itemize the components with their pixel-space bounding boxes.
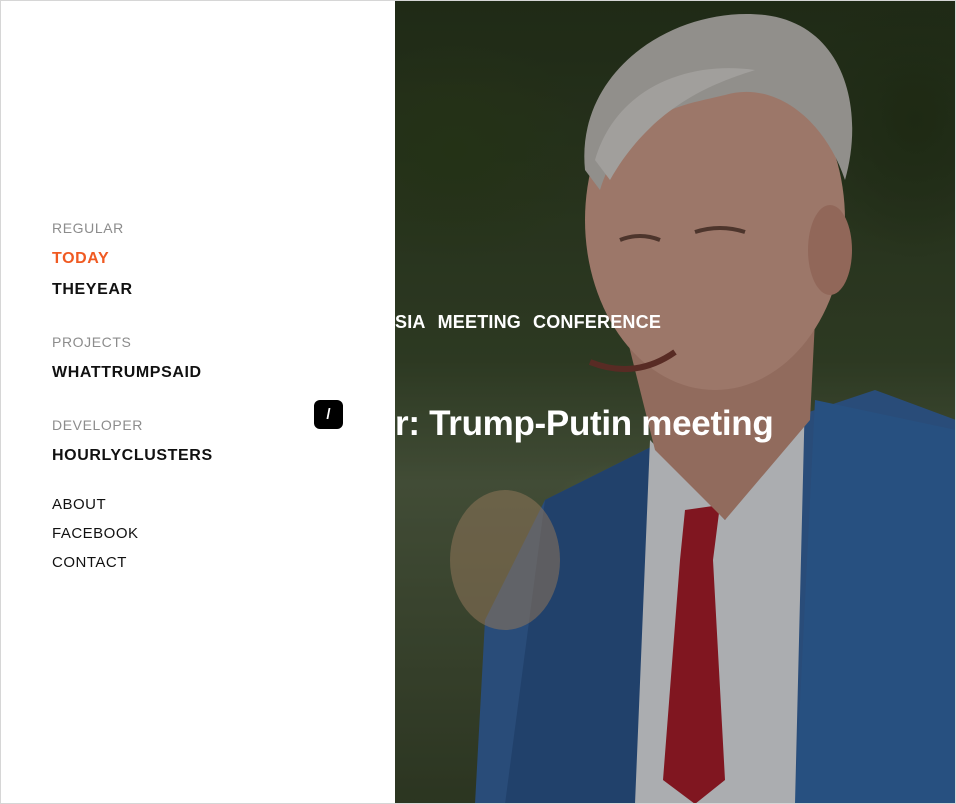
- menu-item-theyear[interactable]: THEYEAR: [52, 279, 213, 301]
- article-tags: SIA MEETING CONFERENCE: [395, 312, 695, 333]
- section-label-developer: DEVELOPER: [52, 417, 143, 433]
- section-label-projects: PROJECTS: [52, 334, 132, 350]
- tag-item[interactable]: SIA: [395, 312, 426, 332]
- link-facebook[interactable]: FACEBOOK: [52, 519, 213, 548]
- link-contact[interactable]: CONTACT: [52, 548, 213, 577]
- link-about[interactable]: ABOUT: [52, 490, 213, 519]
- section-label-regular: REGULAR: [52, 220, 124, 236]
- menu-item-today[interactable]: TODAY: [52, 248, 213, 270]
- menu-item-whattrumpsaid[interactable]: WHATTRUMPSAID: [52, 362, 213, 384]
- tag-item[interactable]: MEETING: [438, 312, 521, 332]
- menu-item-hourlyclusters[interactable]: HOURLYCLUSTERS: [52, 445, 213, 467]
- hero-overlay: [395, 0, 956, 804]
- secondary-links: ABOUT FACEBOOK CONTACT: [52, 490, 213, 577]
- article-headline[interactable]: r: Trump-Putin meeting: [395, 404, 774, 444]
- menu-list: REGULAR TODAY THEYEAR PROJECTS WHATTRUMP…: [52, 218, 213, 577]
- hero-image: [395, 0, 956, 804]
- menu-toggle-button[interactable]: /: [314, 400, 343, 429]
- tag-item[interactable]: CONFERENCE: [533, 312, 661, 332]
